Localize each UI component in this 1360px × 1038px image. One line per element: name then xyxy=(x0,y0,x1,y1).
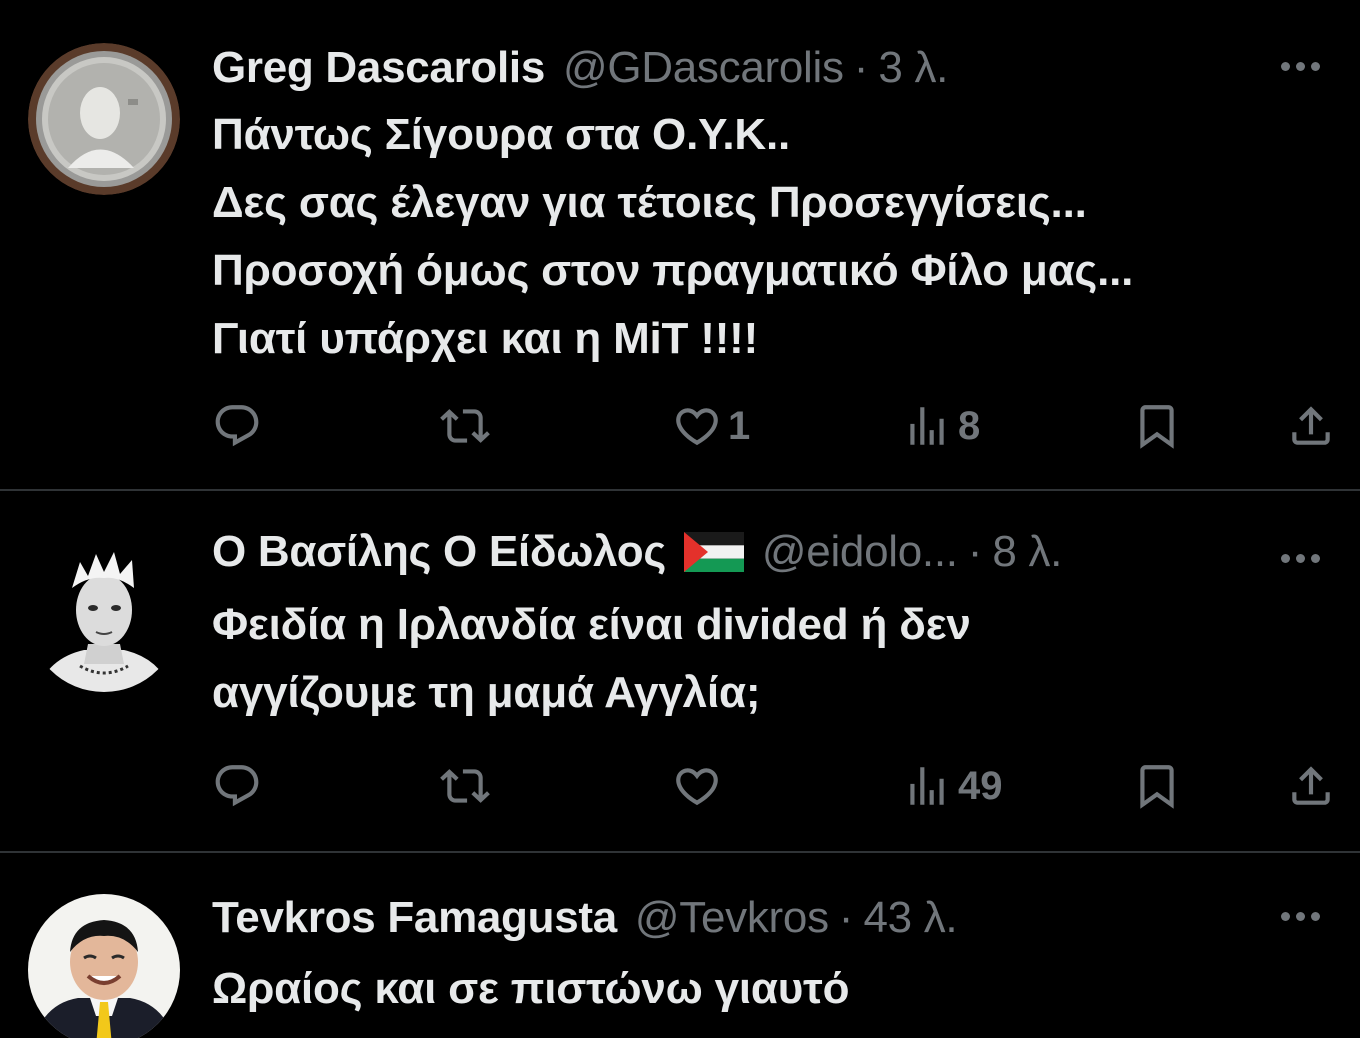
retweet-button[interactable] xyxy=(440,756,490,816)
tweet-text-line: Γιατί υπάρχει και η ΜiΤ !!!! xyxy=(212,314,759,363)
bookmark-button[interactable] xyxy=(1132,756,1182,816)
avatar[interactable] xyxy=(28,43,180,195)
author-handle[interactable]: @Tevkros xyxy=(635,893,829,943)
like-button[interactable]: 1 xyxy=(672,396,750,456)
views-count: 8 xyxy=(958,403,981,448)
tweet-text-line: Πάντως Σίγουρα στα Ο.Υ.Κ.. xyxy=(212,110,791,159)
reply-icon xyxy=(212,761,262,811)
bookmark-button[interactable] xyxy=(1132,396,1182,456)
bookmark-icon xyxy=(1132,401,1182,451)
share-button[interactable] xyxy=(1286,396,1336,456)
more-icon[interactable] xyxy=(1281,912,1320,921)
like-button[interactable] xyxy=(672,756,728,816)
more-icon[interactable] xyxy=(1281,62,1320,71)
separator: · xyxy=(967,527,983,576)
reply-button[interactable] xyxy=(212,756,262,816)
share-icon xyxy=(1286,401,1336,451)
reply-icon xyxy=(212,401,262,451)
action-bar: 1 8 xyxy=(0,396,1360,456)
avatar[interactable] xyxy=(28,894,180,1038)
retweet-button[interactable] xyxy=(440,396,490,456)
author-handle[interactable]: @GDascarolis xyxy=(563,43,844,93)
more-icon[interactable] xyxy=(1281,554,1320,563)
tweet-text-line: Φειδία η Ιρλανδία είναι divided ή δεν xyxy=(212,600,971,649)
share-icon xyxy=(1286,761,1336,811)
tweet[interactable]: Greg Dascarolis @GDascarolis · 3 λ. Πάντ… xyxy=(0,0,1360,490)
tweet-text: Ωραίος και σε πιστώνω γιαυτό xyxy=(212,955,849,1023)
retweet-icon xyxy=(440,401,490,451)
views-icon xyxy=(902,761,952,811)
share-button[interactable] xyxy=(1286,756,1336,816)
action-bar: 49 xyxy=(0,756,1360,816)
bookmark-icon xyxy=(1132,761,1182,811)
author-name[interactable]: Tevkros Famagusta xyxy=(212,893,617,943)
tweet-text: Φειδία η Ιρλανδία είναι divided ή δεν αγ… xyxy=(212,591,971,727)
tweet-text: Πάντως Σίγουρα στα Ο.Υ.Κ.. Δες σας έλεγα… xyxy=(212,101,1133,373)
separator: · xyxy=(838,893,854,942)
views-count: 49 xyxy=(958,763,1003,808)
views-button[interactable]: 8 xyxy=(902,396,980,456)
tweet[interactable]: Ο Βασίλης Ο Είδωλος @eidolo... · 8 λ. Φε… xyxy=(0,490,1360,852)
separator: · xyxy=(853,43,869,92)
views-button[interactable]: 49 xyxy=(902,756,1003,816)
avatar[interactable] xyxy=(28,540,180,692)
reply-button[interactable] xyxy=(212,396,262,456)
timestamp[interactable]: 3 λ. xyxy=(878,43,948,93)
tweet-text-line: Δες σας έλεγαν για τέτοιες Προσεγγίσεις.… xyxy=(212,178,1087,227)
like-count: 1 xyxy=(728,403,751,448)
tweet-text-line: Ωραίος και σε πιστώνω γιαυτό xyxy=(212,964,850,1013)
tweet[interactable]: Tevkros Famagusta @Tevkros · 43 λ. Ωραίο… xyxy=(0,852,1360,1038)
author-name[interactable]: Ο Βασίλης Ο Είδωλος xyxy=(212,527,666,577)
views-icon xyxy=(902,401,952,451)
author-handle[interactable]: @eidolo... xyxy=(762,527,958,577)
tweet-text-line: Προσοχή όμως στον πραγματικό Φίλο μας... xyxy=(212,246,1134,295)
timestamp[interactable]: 43 λ. xyxy=(863,893,957,943)
author-name[interactable]: Greg Dascarolis xyxy=(212,43,545,93)
like-icon xyxy=(672,401,722,451)
like-icon xyxy=(672,761,722,811)
tweet-text-line: αγγίζουμε τη μαμά Αγγλία; xyxy=(212,668,761,717)
palestine-flag-icon xyxy=(683,532,744,572)
timestamp[interactable]: 8 λ. xyxy=(992,527,1062,577)
retweet-icon xyxy=(440,761,490,811)
